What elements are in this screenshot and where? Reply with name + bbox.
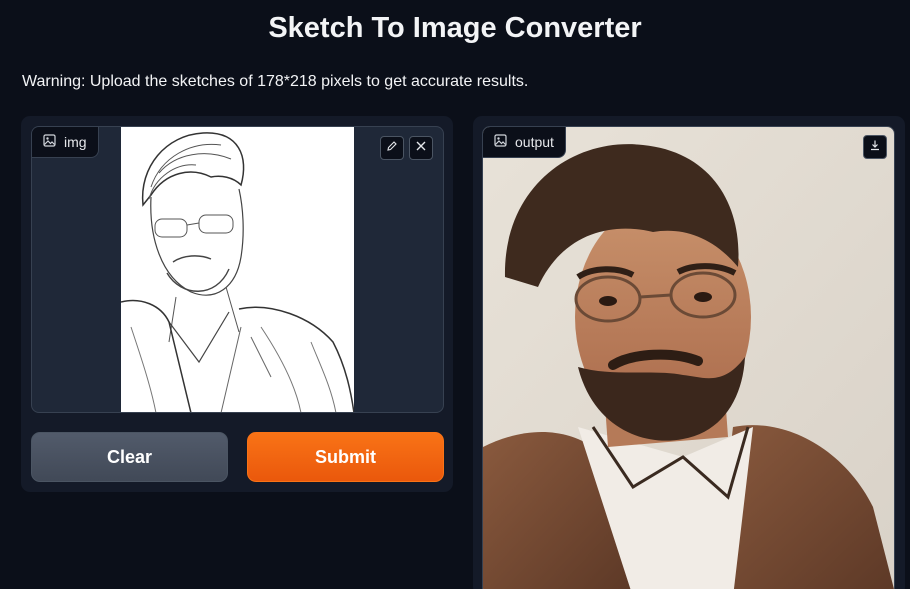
- pencil-icon: [386, 139, 398, 157]
- input-label-tab: img: [32, 127, 99, 158]
- sketch-image: [120, 127, 355, 412]
- edit-button[interactable]: [380, 136, 404, 160]
- image-output-area: output: [482, 126, 895, 589]
- page-title: Sketch To Image Converter: [268, 12, 642, 44]
- download-icon: [869, 138, 881, 156]
- image-icon: [43, 134, 56, 150]
- image-icon: [494, 134, 507, 150]
- output-label: output: [515, 134, 554, 150]
- input-label: img: [64, 134, 87, 150]
- output-image: [483, 127, 894, 589]
- clear-button[interactable]: Clear: [31, 432, 228, 482]
- submit-button[interactable]: Submit: [247, 432, 444, 482]
- close-icon: [415, 139, 427, 157]
- clear-image-button[interactable]: [409, 136, 433, 160]
- warning-text: Warning: Upload the sketches of 178*218 …: [22, 73, 529, 90]
- image-input-area[interactable]: img: [31, 126, 444, 413]
- download-button[interactable]: [863, 135, 887, 159]
- output-label-tab: output: [483, 127, 566, 158]
